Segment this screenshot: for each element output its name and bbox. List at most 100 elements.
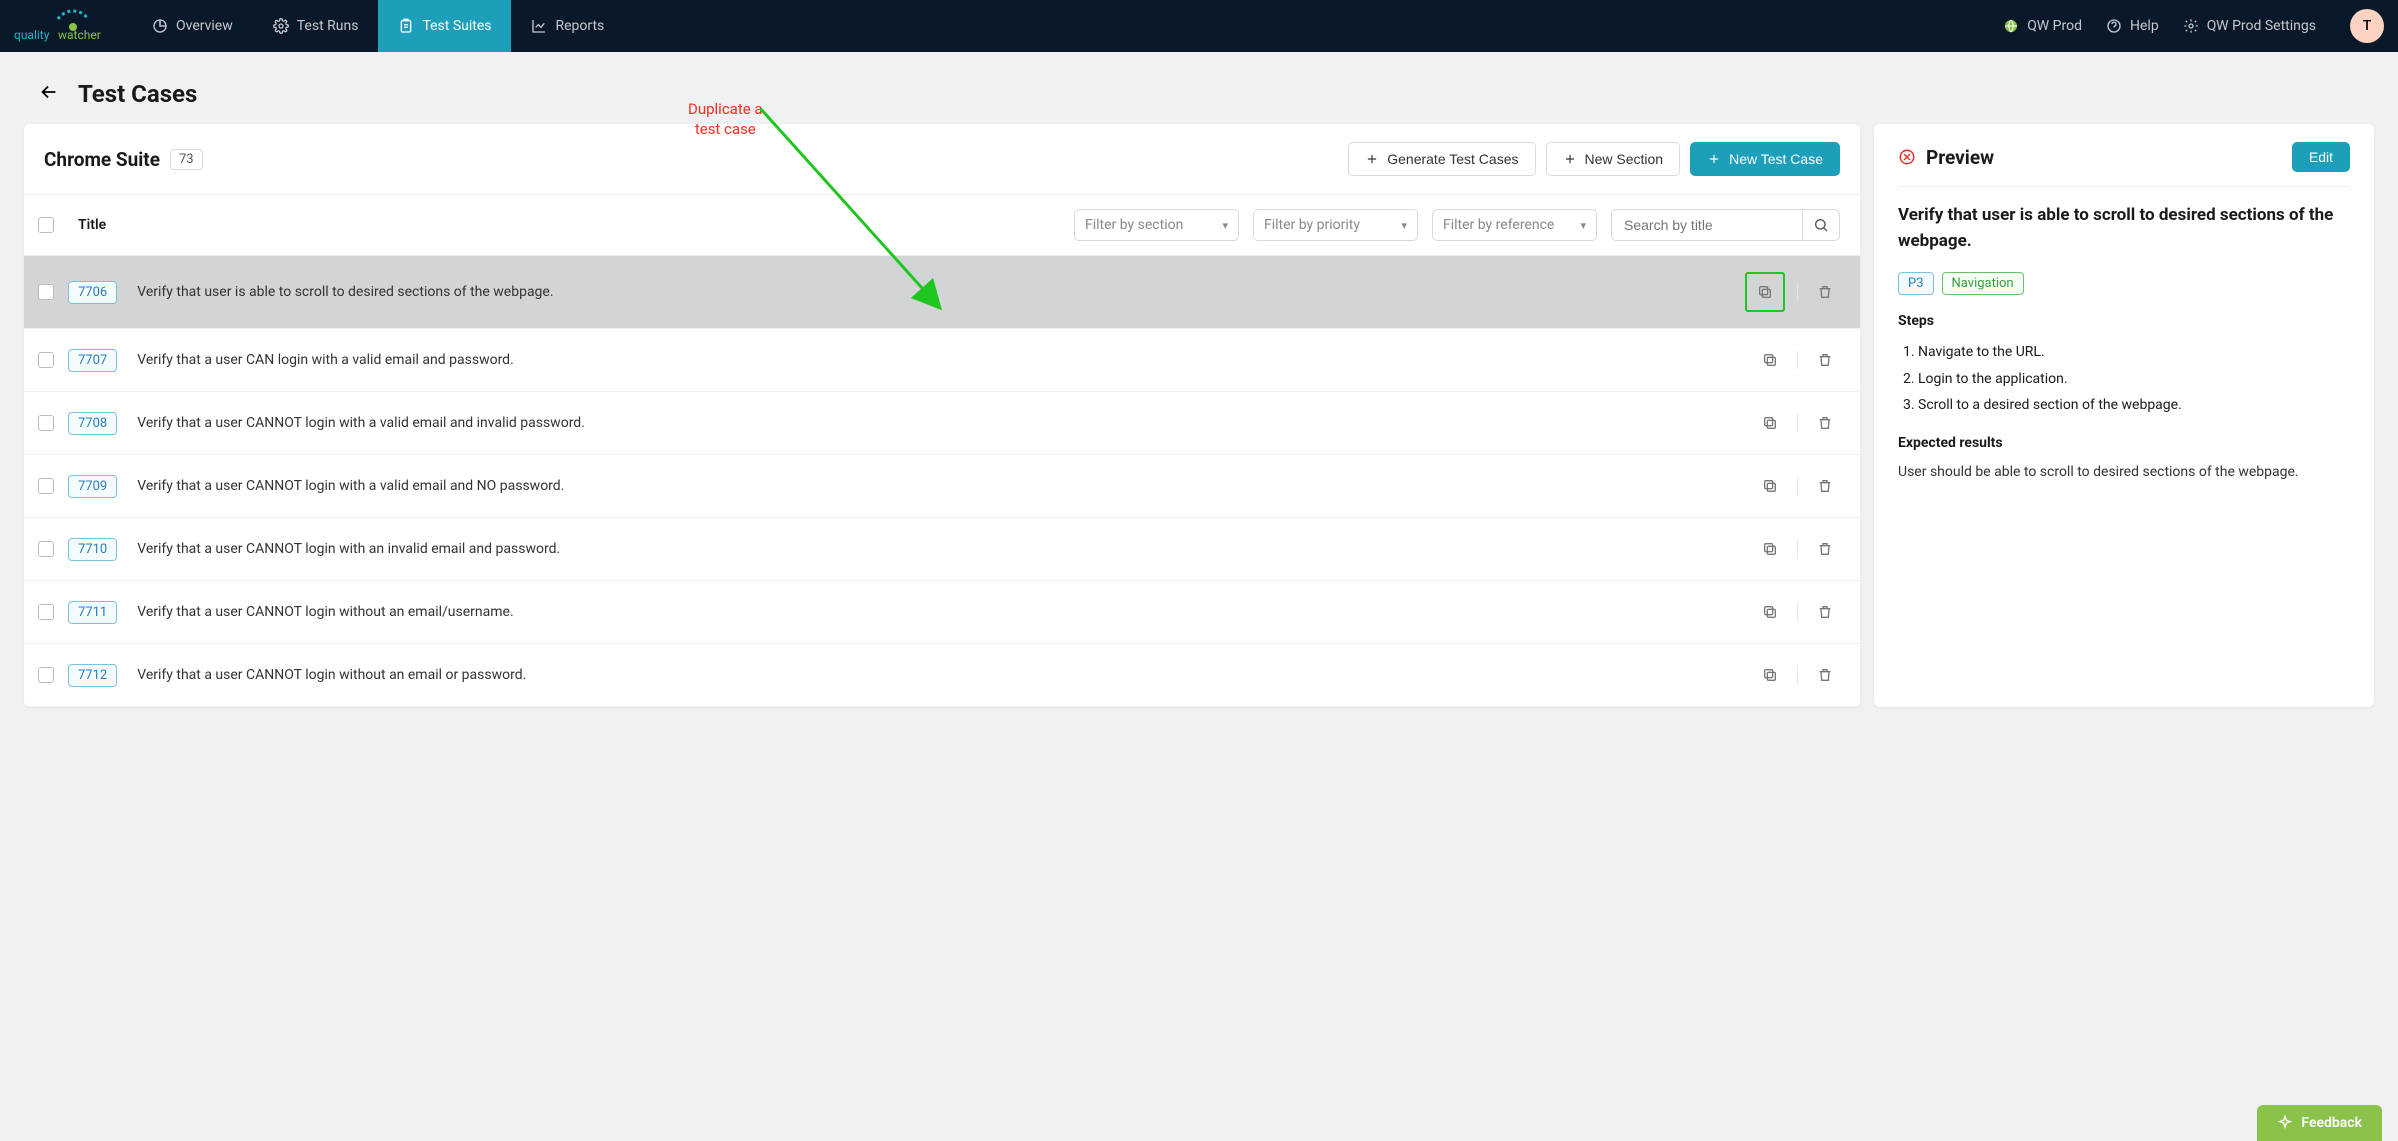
plus-icon <box>1707 152 1721 166</box>
filter-reference-select[interactable]: Filter by reference▾ <box>1432 209 1597 241</box>
clipboard-icon <box>398 18 414 34</box>
duplicate-button[interactable] <box>1755 597 1785 627</box>
row-checkbox[interactable] <box>38 604 54 620</box>
search-icon <box>1813 217 1829 233</box>
duplicate-button[interactable] <box>1755 408 1785 438</box>
duplicate-button[interactable] <box>1755 534 1785 564</box>
duplicate-button[interactable] <box>1755 660 1785 690</box>
copy-icon <box>1762 541 1778 557</box>
workspace-switcher[interactable]: QW Prod <box>2003 18 2082 34</box>
test-title: Verify that a user CANNOT login with an … <box>137 541 1755 557</box>
table-row[interactable]: 7711 Verify that a user CANNOT login wit… <box>24 581 1860 644</box>
table-row[interactable]: 7708 Verify that a user CANNOT login wit… <box>24 392 1860 455</box>
help-icon <box>2106 18 2122 34</box>
select-all-checkbox[interactable] <box>38 217 54 233</box>
test-title: Verify that a user CANNOT login without … <box>137 604 1755 620</box>
delete-button[interactable] <box>1810 534 1840 564</box>
user-avatar[interactable]: T <box>2350 9 2384 43</box>
test-id-badge[interactable]: 7709 <box>68 475 117 498</box>
table-row[interactable]: 7707 Verify that a user CAN login with a… <box>24 329 1860 392</box>
divider <box>1797 414 1798 432</box>
pie-icon <box>152 18 168 34</box>
settings-link[interactable]: QW Prod Settings <box>2183 18 2316 34</box>
duplicate-button[interactable] <box>1755 345 1785 375</box>
test-title: Verify that user is able to scroll to de… <box>137 284 1745 300</box>
rows-container: 7706 Verify that user is able to scroll … <box>24 256 1860 707</box>
trash-icon <box>1817 541 1833 557</box>
new-test-case-button[interactable]: New Test Case <box>1690 142 1840 176</box>
workspace-label: QW Prod <box>2027 18 2082 34</box>
row-actions <box>1755 345 1840 375</box>
test-id-badge[interactable]: 7711 <box>68 601 117 624</box>
row-actions <box>1745 272 1840 312</box>
row-checkbox[interactable] <box>38 667 54 683</box>
nav-reports[interactable]: Reports <box>511 0 624 52</box>
chart-icon <box>531 18 547 34</box>
search-button[interactable] <box>1802 210 1839 240</box>
top-nav: quality watcher Overview Test Runs Test … <box>0 0 2398 52</box>
gear-icon <box>273 18 289 34</box>
delete-button[interactable] <box>1810 660 1840 690</box>
preview-header: Preview Edit <box>1898 142 2350 187</box>
page-header: Test Cases <box>0 52 2398 124</box>
nav-right: QW Prod Help QW Prod Settings T <box>2003 9 2384 43</box>
test-id-badge[interactable]: 7706 <box>68 281 117 304</box>
delete-button[interactable] <box>1810 408 1840 438</box>
preview-panel: Preview Edit Verify that user is able to… <box>1874 124 2374 707</box>
suite-count-badge: 73 <box>170 149 203 170</box>
trash-icon <box>1817 284 1833 300</box>
sparkle-icon <box>2277 1115 2293 1131</box>
test-id-badge[interactable]: 7710 <box>68 538 117 561</box>
help-link[interactable]: Help <box>2106 18 2159 34</box>
steps-list: Navigate to the URL.Login to the applica… <box>1918 339 2350 419</box>
annotation-label: Duplicate atest case <box>688 100 763 139</box>
primary-nav: Overview Test Runs Test Suites Reports <box>132 0 624 52</box>
feedback-button[interactable]: Feedback <box>2257 1105 2382 1141</box>
table-row[interactable]: 7709 Verify that a user CANNOT login wit… <box>24 455 1860 518</box>
edit-button[interactable]: Edit <box>2292 142 2350 172</box>
preview-heading: Preview <box>1926 146 1994 169</box>
delete-button[interactable] <box>1810 277 1840 307</box>
row-checkbox[interactable] <box>38 478 54 494</box>
row-checkbox[interactable] <box>38 415 54 431</box>
plus-icon <box>1365 152 1379 166</box>
page-title: Test Cases <box>78 80 197 108</box>
trash-icon <box>1817 667 1833 683</box>
test-id-badge[interactable]: 7708 <box>68 412 117 435</box>
row-actions <box>1755 408 1840 438</box>
row-checkbox[interactable] <box>38 352 54 368</box>
filter-priority-select[interactable]: Filter by priority▾ <box>1253 209 1418 241</box>
copy-icon <box>1762 667 1778 683</box>
help-label: Help <box>2130 18 2159 34</box>
row-checkbox[interactable] <box>38 284 54 300</box>
search-input[interactable] <box>1612 210 1802 240</box>
row-actions <box>1755 471 1840 501</box>
row-checkbox[interactable] <box>38 541 54 557</box>
trash-icon <box>1817 352 1833 368</box>
test-id-badge[interactable]: 7712 <box>68 664 117 687</box>
delete-button[interactable] <box>1810 597 1840 627</box>
suite-actions: Generate Test Cases New Section New Test… <box>1348 142 1840 176</box>
nav-test-suites[interactable]: Test Suites <box>378 0 511 52</box>
copy-icon <box>1762 604 1778 620</box>
table-row[interactable]: 7712 Verify that a user CANNOT login wit… <box>24 644 1860 707</box>
delete-button[interactable] <box>1810 345 1840 375</box>
duplicate-button[interactable] <box>1755 471 1785 501</box>
nav-test-runs[interactable]: Test Runs <box>253 0 379 52</box>
generate-test-cases-button[interactable]: Generate Test Cases <box>1348 142 1535 176</box>
settings-icon <box>2183 18 2199 34</box>
nav-reports-label: Reports <box>555 18 604 34</box>
close-circle-icon[interactable] <box>1898 148 1916 166</box>
new-section-button[interactable]: New Section <box>1546 142 1681 176</box>
filter-section-select[interactable]: Filter by section▾ <box>1074 209 1239 241</box>
divider <box>1797 283 1798 301</box>
back-arrow-icon[interactable] <box>38 81 60 108</box>
table-row[interactable]: 7710 Verify that a user CANNOT login wit… <box>24 518 1860 581</box>
test-id-badge[interactable]: 7707 <box>68 349 117 372</box>
brand-logo[interactable]: quality watcher <box>14 9 112 43</box>
copy-icon <box>1762 415 1778 431</box>
duplicate-button[interactable] <box>1745 272 1785 312</box>
table-row[interactable]: 7706 Verify that user is able to scroll … <box>24 256 1860 329</box>
nav-overview[interactable]: Overview <box>132 0 253 52</box>
delete-button[interactable] <box>1810 471 1840 501</box>
